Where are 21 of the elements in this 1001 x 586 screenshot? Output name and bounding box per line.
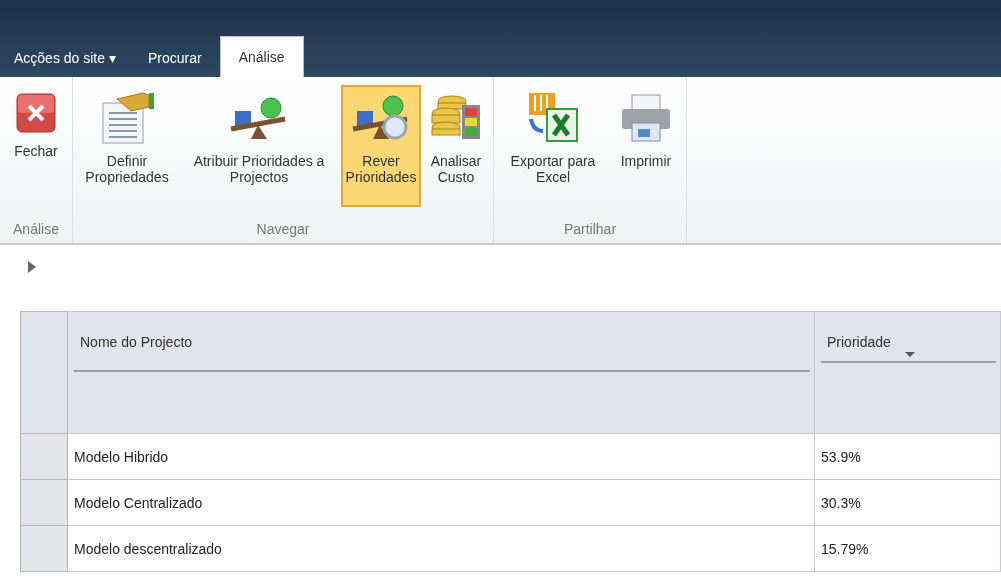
ribbon-button[interactable]: Atribuir Prioridades a Projectos [179, 85, 339, 213]
table-cell: Modelo Centralizado [67, 479, 815, 526]
ribbon-tab[interactable]: Procurar [129, 39, 220, 77]
table-cell: 53.9% [814, 433, 1001, 480]
ribbon-button[interactable]: Analisar Custo [423, 85, 489, 213]
column-header[interactable]: Nome do Projecto [67, 311, 815, 434]
site-actions-menu[interactable]: Acções do site ▾ [10, 39, 130, 77]
ribbon-button[interactable]: Rever Prioridades [341, 85, 421, 207]
group-label: Partilhar [562, 220, 618, 239]
ribbon-button[interactable]: Definir Propriedades [77, 85, 177, 213]
ribbon-button[interactable]: Fechar [4, 85, 68, 213]
ribbon-button[interactable]: Imprimir [610, 85, 682, 213]
table-cell: 15.79% [814, 525, 1001, 572]
ribbon-button[interactable]: Exportar para Excel [498, 85, 608, 213]
table-cell: Modelo Hibrido [67, 433, 815, 480]
table-cell: Modelo descentralizado [67, 525, 815, 572]
group-label: Navegar [255, 220, 311, 239]
ribbon-tab[interactable]: Análise [219, 36, 304, 77]
column-header[interactable]: Prioridade [814, 311, 1001, 434]
table-cell: 30.3% [814, 479, 1001, 526]
group-label: Análise [12, 220, 60, 239]
